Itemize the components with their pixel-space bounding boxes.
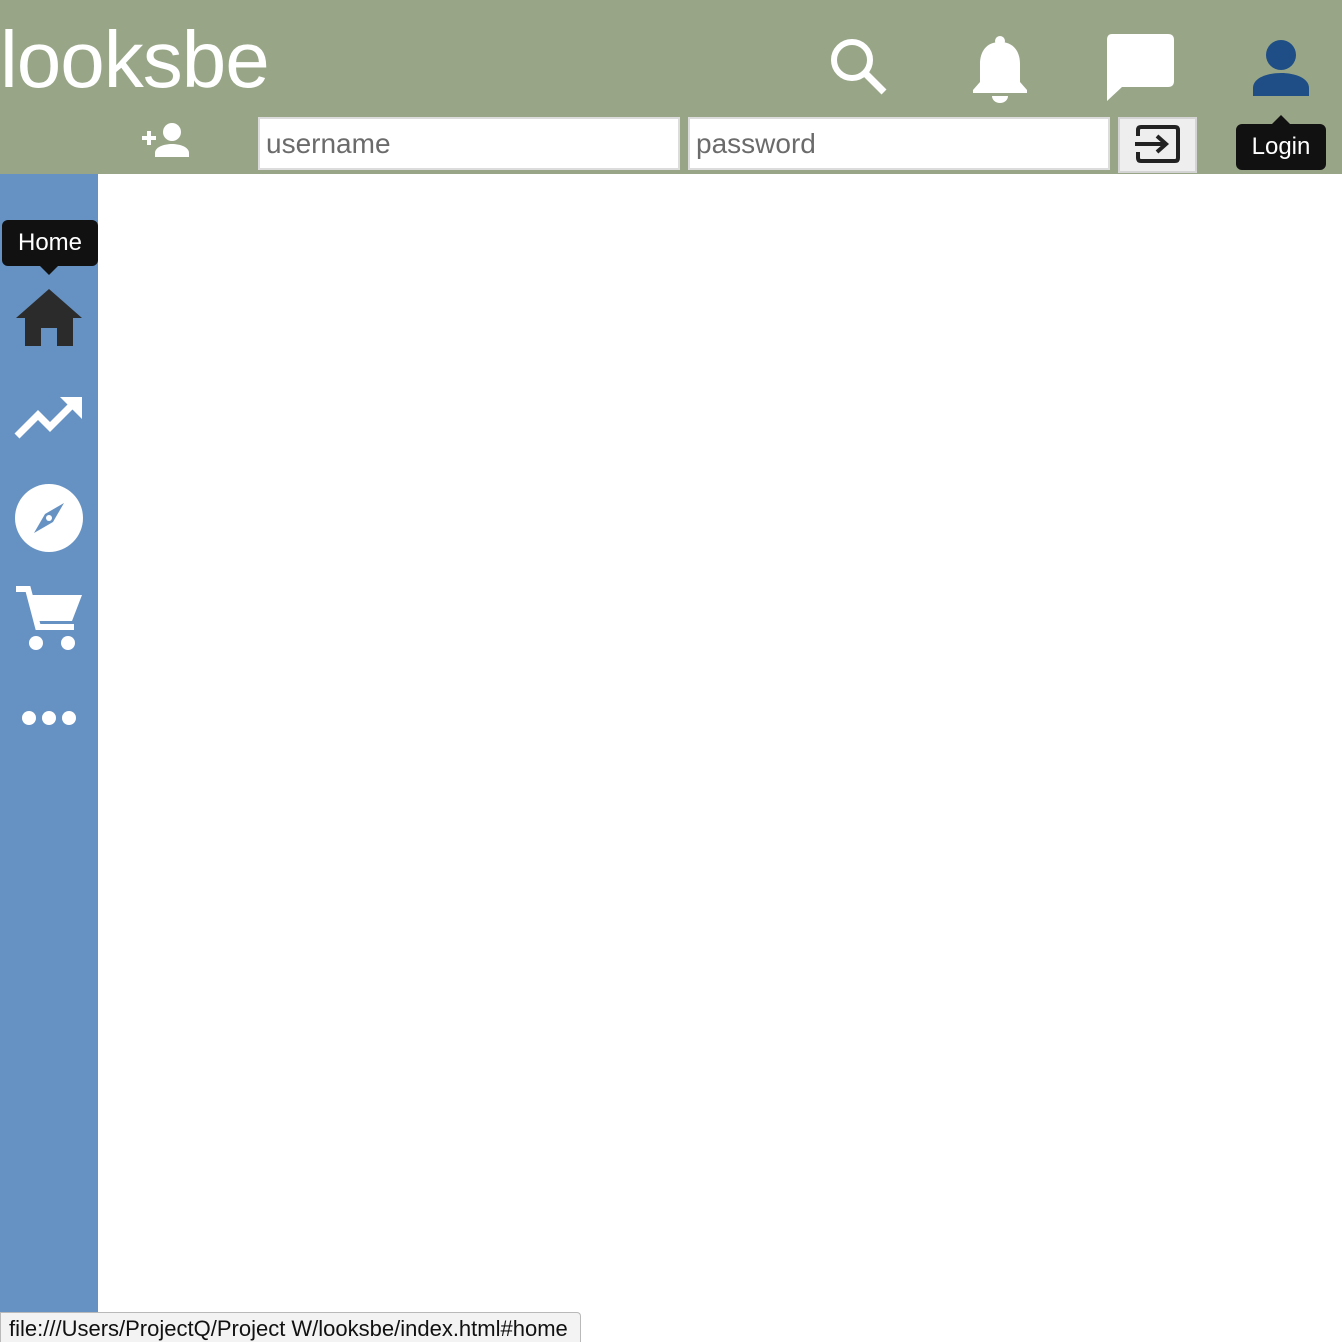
site-logo[interactable]: looksbe — [0, 14, 270, 106]
login-submit-button[interactable] — [1118, 117, 1197, 173]
search-icon[interactable] — [826, 34, 890, 98]
sidebar-item-trending[interactable] — [0, 380, 98, 460]
status-bar-url: file:///Users/ProjectQ/Project W/looksbe… — [0, 1312, 581, 1342]
login-tooltip: Login — [1236, 115, 1326, 170]
trending-up-icon — [14, 395, 84, 446]
top-header: looksbe username Login — [0, 0, 1342, 174]
sidebar-item-shop[interactable] — [0, 580, 98, 660]
bell-icon[interactable] — [970, 34, 1030, 104]
chat-icon[interactable] — [1106, 33, 1176, 103]
home-icon — [15, 288, 83, 353]
sidebar-item-explore[interactable] — [0, 480, 98, 560]
sidebar-item-more[interactable] — [0, 680, 98, 760]
home-tooltip: Home — [2, 220, 98, 275]
account-icon[interactable] — [1251, 38, 1311, 98]
more-dots-icon — [19, 708, 79, 733]
username-input[interactable] — [258, 117, 680, 170]
compass-icon — [14, 483, 84, 558]
login-arrow-icon — [1134, 124, 1181, 166]
cart-icon — [14, 583, 84, 658]
sidebar-item-home[interactable] — [0, 280, 98, 360]
password-input[interactable] — [688, 117, 1110, 170]
page: looksbe username Login Home file:///User… — [0, 0, 1342, 1342]
main-content — [98, 174, 1342, 1312]
add-user-icon[interactable] — [140, 122, 190, 158]
